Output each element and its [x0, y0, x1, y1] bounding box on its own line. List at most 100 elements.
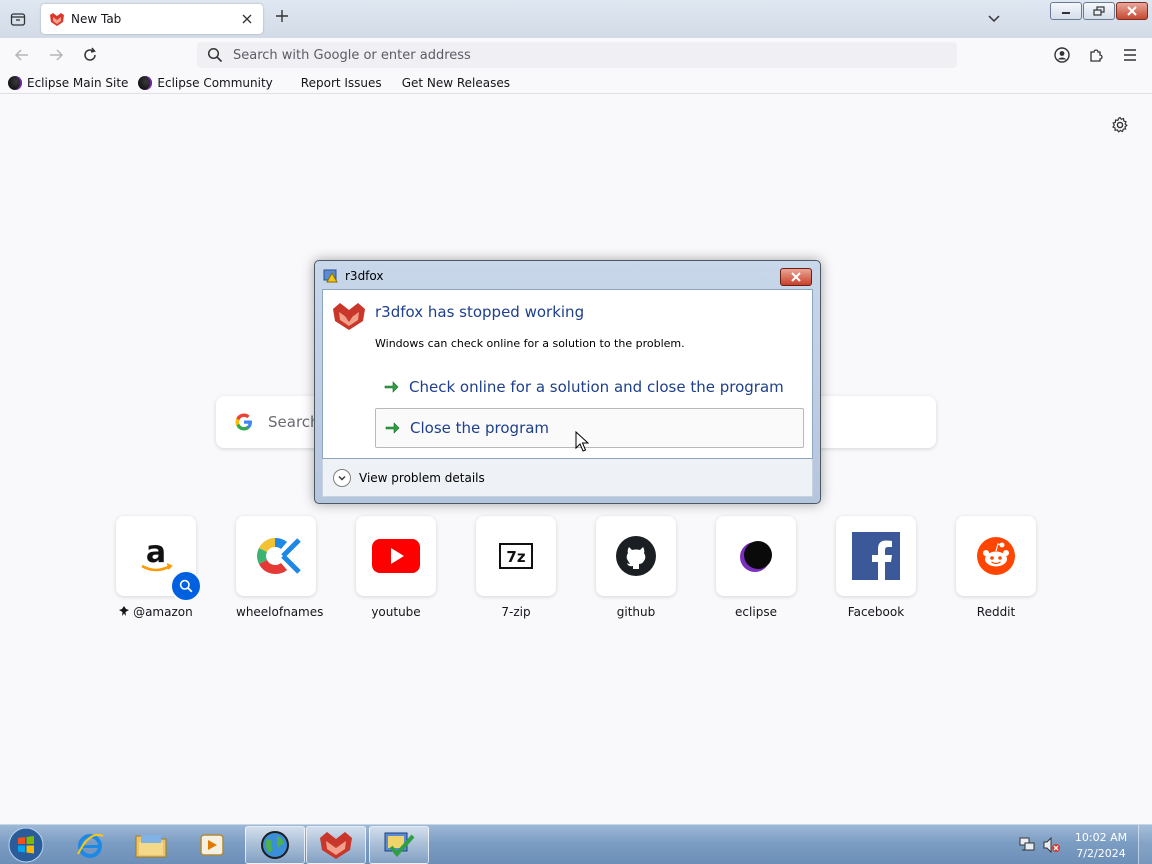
top-site-label: youtube	[371, 605, 421, 619]
top-site-7zip[interactable]: 7z 7-zip	[476, 516, 556, 619]
bookmark-eclipse-main-site[interactable]: Eclipse Main Site	[8, 75, 129, 90]
close-icon	[1127, 6, 1137, 16]
forward-button[interactable]	[46, 45, 66, 65]
address-bar[interactable]	[197, 42, 957, 68]
dialog-body: r3dfox has stopped working Windows can c…	[322, 289, 813, 459]
search-shortcut-badge	[170, 570, 202, 602]
crash-dialog: r3dfox r3dfox has stopped working Window…	[314, 260, 821, 504]
top-site-reddit[interactable]: Reddit	[956, 516, 1036, 619]
top-site-label: Reddit	[976, 605, 1016, 619]
extensions-button[interactable]	[1086, 45, 1106, 65]
bookmark-label: Eclipse Community	[157, 75, 273, 90]
top-site-facebook[interactable]: Facebook	[836, 516, 916, 619]
bookmark-label: Get New Releases	[401, 75, 511, 90]
tab-close-button[interactable]	[239, 11, 255, 27]
problem-reporting-icon	[384, 832, 415, 858]
arrow-right-icon	[50, 49, 64, 61]
chevron-down-icon	[988, 15, 1000, 23]
reload-icon	[84, 47, 96, 61]
dialog-close-button[interactable]	[780, 268, 812, 286]
github-logo-icon	[616, 536, 656, 576]
tab-new-tab[interactable]: New Tab	[41, 4, 263, 34]
top-site-label: 7-zip	[501, 605, 531, 619]
bookmark-label: Report Issues	[300, 75, 382, 90]
top-site-box	[356, 516, 436, 596]
top-site-github[interactable]: github	[596, 516, 676, 619]
bookmark-get-new-releases[interactable]: Get New Releases	[402, 76, 510, 90]
bookmark-eclipse-community[interactable]: Eclipse Community	[138, 75, 273, 90]
youtube-logo-icon	[372, 539, 420, 573]
internet-explorer-icon	[77, 833, 104, 858]
close-icon	[242, 14, 252, 24]
top-site-wheelofnames[interactable]: wheelofnames	[236, 516, 324, 619]
search-icon	[207, 47, 223, 63]
back-button[interactable]	[12, 45, 32, 65]
address-input[interactable]	[233, 47, 933, 63]
close-program-option[interactable]: Close the program	[375, 408, 804, 448]
program-error-icon	[323, 269, 338, 283]
taskbar-clock[interactable]: 10:02 AM 7/2/2024	[1066, 830, 1136, 862]
top-site-label: @amazon	[116, 605, 196, 619]
facebook-logo-icon	[852, 532, 900, 580]
google-search-placeholder: Search	[268, 413, 320, 431]
windows-orb-icon	[8, 827, 44, 863]
windows-taskbar: 10:02 AM 7/2/2024	[0, 824, 1152, 864]
customize-button[interactable]	[1111, 116, 1131, 136]
top-site-eclipse[interactable]: eclipse	[716, 516, 796, 619]
expand-button[interactable]	[333, 468, 351, 487]
view-problem-details[interactable]: View problem details	[322, 459, 813, 497]
taskbar-problem-reporting[interactable]	[369, 826, 429, 864]
svg-text:a: a	[146, 536, 166, 570]
start-button[interactable]	[4, 827, 48, 863]
navigation-toolbar	[0, 38, 1152, 72]
firefox-view-button[interactable]	[6, 8, 30, 30]
menu-button[interactable]	[1120, 45, 1140, 65]
window-close-button[interactable]	[1116, 2, 1148, 20]
check-online-option[interactable]: Check online for a solution and close th…	[375, 367, 804, 407]
minimize-button[interactable]	[1050, 2, 1082, 20]
details-label: View problem details	[359, 470, 485, 485]
volume-muted-icon[interactable]	[1043, 837, 1061, 853]
close-icon	[791, 272, 801, 282]
media-player-icon	[200, 834, 224, 856]
amazon-logo-icon: a	[141, 536, 173, 572]
folder-icon	[135, 835, 167, 858]
taskbar-r3dfox[interactable]	[306, 826, 366, 864]
r3dfox-app-icon	[320, 832, 352, 859]
restore-button[interactable]	[1083, 2, 1115, 20]
bookmark-label: Eclipse Main Site	[27, 75, 129, 90]
top-site-amazon[interactable]: a @amazon	[116, 516, 202, 619]
puzzle-icon	[1090, 49, 1103, 62]
eclipse-logo-icon	[740, 541, 772, 572]
taskbar-file-explorer[interactable]	[121, 826, 181, 864]
clock-time: 10:02 AM	[1074, 831, 1128, 844]
bookmark-report-issues[interactable]: Report Issues	[301, 76, 382, 90]
search-icon	[179, 579, 193, 593]
list-all-tabs-button[interactable]	[986, 10, 1004, 28]
eclipse-icon	[138, 75, 153, 90]
firefox-view-icon	[10, 13, 26, 26]
gear-icon	[1112, 116, 1128, 133]
top-site-youtube[interactable]: youtube	[356, 516, 436, 619]
reload-button[interactable]	[80, 45, 100, 65]
account-button[interactable]	[1052, 45, 1072, 65]
restore-icon	[1093, 6, 1105, 16]
top-site-box: 7z	[476, 516, 556, 596]
wheelofnames-logo-icon	[257, 537, 301, 575]
network-icon[interactable]	[1018, 837, 1036, 853]
globe-icon	[261, 831, 289, 859]
show-desktop-button[interactable]	[1138, 825, 1152, 864]
top-site-box	[836, 516, 916, 596]
clock-date: 7/2/2024	[1076, 847, 1126, 860]
taskbar-browser-globe[interactable]	[245, 826, 305, 864]
top-site-label: wheelofnames	[236, 605, 324, 619]
top-site-box	[716, 516, 796, 596]
top-site-box	[236, 516, 316, 596]
taskbar-media-player[interactable]	[182, 826, 242, 864]
top-site-label: eclipse	[735, 605, 777, 619]
taskbar-internet-explorer[interactable]	[60, 826, 120, 864]
top-site-label: github	[616, 605, 656, 619]
new-tab-button[interactable]	[272, 9, 292, 29]
r3dfox-favicon-icon	[50, 13, 64, 26]
tab-title: New Tab	[71, 12, 122, 26]
